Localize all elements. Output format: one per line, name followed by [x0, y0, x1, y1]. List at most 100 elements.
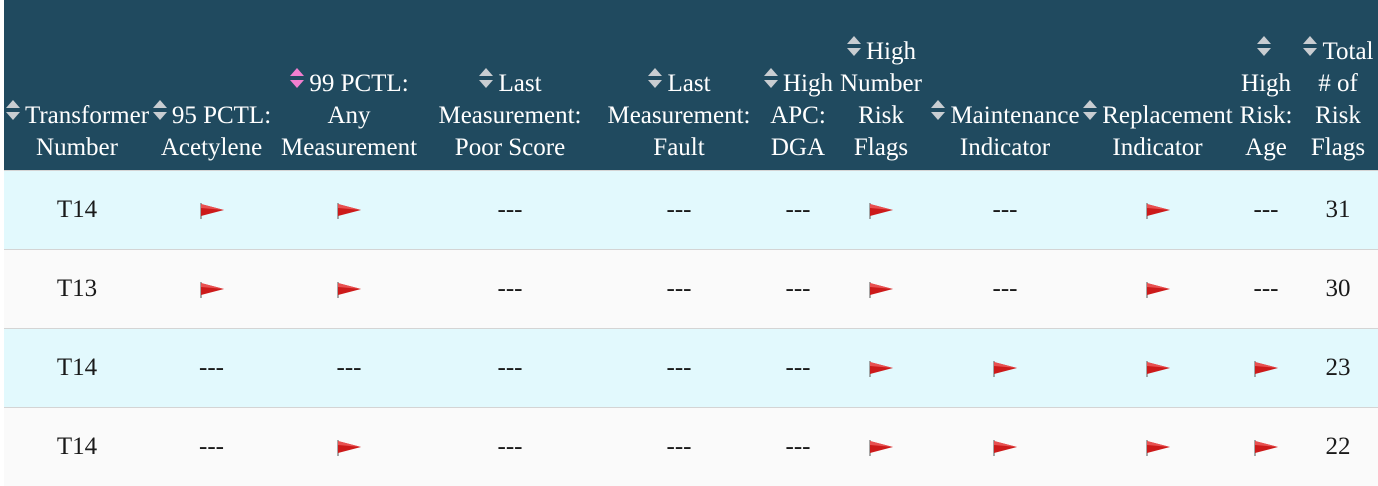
high-apc-cell: ---: [763, 248, 833, 328]
high-age-cell: ---: [1234, 169, 1298, 249]
column-header-last-fault[interactable]: Last Measurement: Fault: [595, 0, 763, 170]
red-flag-icon: [336, 202, 362, 220]
replacement-cell: [1081, 327, 1234, 407]
column-header-last-poor[interactable]: Last Measurement: Poor Score: [425, 0, 595, 170]
high-apc-cell: ---: [763, 169, 833, 249]
replacement-cell: [1081, 406, 1234, 486]
sort-icon[interactable]: [1256, 35, 1272, 57]
total-risk-flags-cell: 31: [1298, 169, 1378, 249]
red-flag-icon: [992, 439, 1018, 457]
high-age-cell: ---: [1234, 248, 1298, 328]
sort-active-icon[interactable]: [289, 67, 305, 89]
column-header-label: Total # of Risk Flags: [1310, 37, 1374, 161]
last-poor-cell: ---: [425, 406, 595, 486]
column-header-high-age[interactable]: High Risk: Age: [1234, 0, 1298, 170]
red-flag-icon: [1145, 439, 1171, 457]
column-header-total[interactable]: Total # of Risk Flags: [1298, 0, 1378, 170]
red-flag-icon: [199, 202, 225, 220]
replacement-cell: [1081, 248, 1234, 328]
high-apc-cell: ---: [763, 406, 833, 486]
high-number-cell: [833, 406, 929, 486]
maintenance-cell: [929, 327, 1081, 407]
table-row[interactable]: T14 --- --- --- --- --- 23: [4, 327, 1378, 407]
p95-acetylene-cell: ---: [150, 406, 273, 486]
replacement-cell: [1081, 169, 1234, 249]
red-flag-icon: [1253, 360, 1279, 378]
transformer-number-cell: T13: [4, 248, 150, 328]
last-fault-cell: ---: [595, 169, 763, 249]
table-row[interactable]: T13 --- --- --- --- --- 30: [4, 248, 1378, 328]
sort-icon[interactable]: [5, 99, 21, 121]
maintenance-cell: ---: [929, 248, 1081, 328]
red-flag-icon: [1253, 439, 1279, 457]
p95-acetylene-cell: ---: [150, 327, 273, 407]
red-flag-icon: [868, 360, 894, 378]
red-flag-icon: [868, 202, 894, 220]
last-fault-cell: ---: [595, 406, 763, 486]
last-fault-cell: ---: [595, 248, 763, 328]
total-risk-flags-cell: 30: [1298, 248, 1378, 328]
sort-icon[interactable]: [930, 99, 946, 121]
maintenance-cell: [929, 406, 1081, 486]
p99-any-cell: [273, 406, 425, 486]
red-flag-icon: [868, 281, 894, 299]
p99-any-cell: ---: [273, 327, 425, 407]
table-row[interactable]: T14 --- --- --- --- --- 31: [4, 169, 1378, 249]
sort-icon[interactable]: [152, 99, 168, 121]
column-header-transformer[interactable]: Transformer Number: [4, 0, 150, 170]
sort-icon[interactable]: [647, 67, 663, 89]
column-header-label: Maintenance Indicator: [950, 101, 1080, 161]
red-flag-icon: [992, 360, 1018, 378]
sort-icon[interactable]: [846, 35, 862, 57]
column-header-label: Last Measurement: Fault: [607, 69, 751, 161]
transformer-number-cell: T14: [4, 406, 150, 486]
high-age-cell: [1234, 406, 1298, 486]
column-header-p99-any[interactable]: 99 PCTL: Any Measurement: [273, 0, 425, 170]
sort-icon[interactable]: [478, 67, 494, 89]
p99-any-cell: [273, 169, 425, 249]
sort-icon[interactable]: [1082, 99, 1098, 121]
column-header-label: 95 PCTL: Acetylene: [160, 101, 272, 161]
high-apc-cell: ---: [763, 327, 833, 407]
column-header-label: Last Measurement: Poor Score: [438, 69, 582, 161]
risk-flags-table: Transformer Number 95 PCTL: Acetylene 99 P…: [4, 0, 1378, 486]
total-risk-flags-cell: 22: [1298, 406, 1378, 486]
column-header-replacement[interactable]: Replacement Indicator: [1081, 0, 1234, 170]
column-header-label: High Risk: Age: [1239, 69, 1293, 161]
red-flag-icon: [336, 281, 362, 299]
p95-acetylene-cell: [150, 248, 273, 328]
last-poor-cell: ---: [425, 248, 595, 328]
high-age-cell: [1234, 327, 1298, 407]
red-flag-icon: [1145, 360, 1171, 378]
high-number-cell: [833, 248, 929, 328]
total-risk-flags-cell: 23: [1298, 327, 1378, 407]
column-header-high-apc[interactable]: High APC: DGA: [763, 0, 833, 170]
red-flag-icon: [1145, 281, 1171, 299]
p99-any-cell: [273, 248, 425, 328]
maintenance-cell: ---: [929, 169, 1081, 249]
p95-acetylene-cell: [150, 169, 273, 249]
red-flag-icon: [199, 281, 225, 299]
column-header-high-number[interactable]: High Number Risk Flags: [833, 0, 929, 170]
high-number-cell: [833, 169, 929, 249]
sort-icon[interactable]: [1302, 35, 1318, 57]
transformer-number-cell: T14: [4, 327, 150, 407]
red-flag-icon: [868, 439, 894, 457]
last-poor-cell: ---: [425, 327, 595, 407]
column-header-label: Transformer Number: [24, 101, 150, 161]
table-row[interactable]: T14 --- --- --- --- 22: [4, 406, 1378, 486]
table-body: T14 --- --- --- --- --- 31 T13 --- --- --- --- --- 30…: [4, 169, 1378, 486]
red-flag-icon: [1145, 202, 1171, 220]
sort-icon[interactable]: [763, 67, 779, 89]
last-fault-cell: ---: [595, 327, 763, 407]
column-header-maintenance[interactable]: Maintenance Indicator: [929, 0, 1081, 170]
last-poor-cell: ---: [425, 169, 595, 249]
column-header-p95-acetylene[interactable]: 95 PCTL: Acetylene: [150, 0, 273, 170]
high-number-cell: [833, 327, 929, 407]
column-header-label: Replacement Indicator: [1102, 101, 1233, 161]
table-header: Transformer Number 95 PCTL: Acetylene 99 P…: [4, 0, 1378, 170]
header-row: Transformer Number 95 PCTL: Acetylene 99 P…: [4, 0, 1378, 170]
column-header-label: High APC: DGA: [770, 69, 833, 161]
red-flag-icon: [336, 439, 362, 457]
transformer-number-cell: T14: [4, 169, 150, 249]
